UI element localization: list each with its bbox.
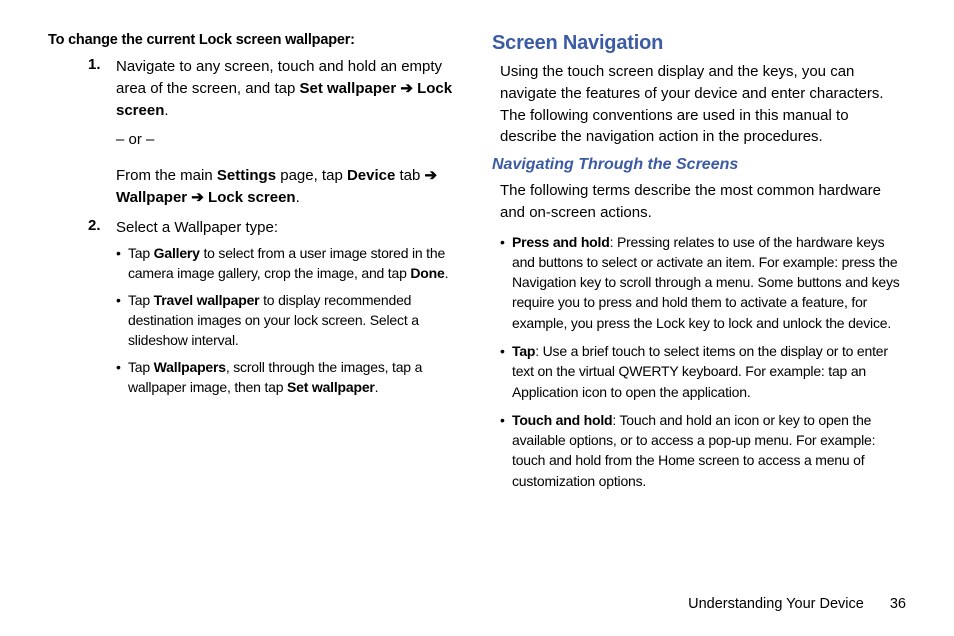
arrow-icon: ➔ [187, 189, 208, 206]
text-bold: Device [347, 167, 395, 184]
sub-bullet-3: • Tap Wallpapers, scroll through the ima… [48, 358, 462, 397]
right-column: Screen Navigation Using the touch screen… [492, 32, 906, 499]
text: : Use a brief touch to select items on t… [512, 343, 888, 400]
text-bold: Gallery [154, 245, 200, 261]
step-2-number: 2. [88, 217, 116, 239]
step-1-body: Navigate to any screen, touch and hold a… [116, 56, 462, 159]
page-columns: To change the current Lock screen wallpa… [48, 32, 906, 499]
bullet-touch-hold: • Touch and hold: Touch and hold an icon… [492, 410, 906, 491]
or-text: – or – [116, 129, 462, 151]
footer-section: Understanding Your Device [688, 596, 864, 612]
text: . [296, 189, 300, 206]
bullet-tap: • Tap: Use a brief touch to select items… [492, 341, 906, 402]
bullet-icon: • [116, 291, 128, 350]
text: . [164, 102, 168, 119]
bullet-press-hold: • Press and hold: Pressing relates to us… [492, 232, 906, 333]
step-2-body: Select a Wallpaper type: [116, 217, 278, 239]
text: . [445, 265, 449, 281]
sub-bullet-1: • Tap Gallery to select from a user imag… [48, 244, 462, 283]
text: . [375, 379, 379, 395]
text: page, tap [276, 167, 347, 184]
step-2: 2. Select a Wallpaper type: [48, 217, 462, 239]
arrow-icon: ➔ [425, 167, 438, 184]
text: Tap [128, 292, 154, 308]
subheading-navigating: Navigating Through the Screens [492, 156, 906, 174]
paragraph: Using the touch screen display and the k… [492, 61, 906, 148]
text: From the main [116, 167, 217, 184]
text-bold: Travel wallpaper [154, 292, 260, 308]
sub-bullet-2: • Tap Travel wallpaper to display recomm… [48, 291, 462, 350]
step-1-alt: From the main Settings page, tap Device … [48, 165, 462, 209]
bullet-icon: • [500, 232, 512, 333]
page-number: 36 [890, 596, 906, 612]
step-1: 1. Navigate to any screen, touch and hol… [48, 56, 462, 159]
step-1-number: 1. [88, 56, 116, 159]
arrow-icon: ➔ [396, 80, 417, 97]
text-bold: Touch and hold [512, 412, 612, 428]
bullet-icon: • [500, 410, 512, 491]
left-heading: To change the current Lock screen wallpa… [48, 32, 462, 48]
text: Tap [128, 359, 154, 375]
text-bold: Set wallpaper [287, 379, 375, 395]
page-footer: Understanding Your Device 36 [688, 596, 906, 612]
bullet-icon: • [116, 244, 128, 283]
text-bold: Tap [512, 343, 535, 359]
heading-screen-navigation: Screen Navigation [492, 32, 906, 55]
text-bold: Wallpapers [154, 359, 226, 375]
text-bold: Done [410, 265, 444, 281]
bullet-icon: • [116, 358, 128, 397]
text-bold: Lock screen [208, 189, 296, 206]
text: tab [395, 167, 424, 184]
text-bold: Press and hold [512, 234, 610, 250]
text: Tap [128, 245, 154, 261]
text-bold: Set wallpaper [299, 80, 396, 97]
text-bold: Settings [217, 167, 276, 184]
text-bold: Wallpaper [116, 189, 187, 206]
bullet-icon: • [500, 341, 512, 402]
paragraph: The following terms describe the most co… [492, 180, 906, 224]
left-column: To change the current Lock screen wallpa… [48, 32, 462, 499]
